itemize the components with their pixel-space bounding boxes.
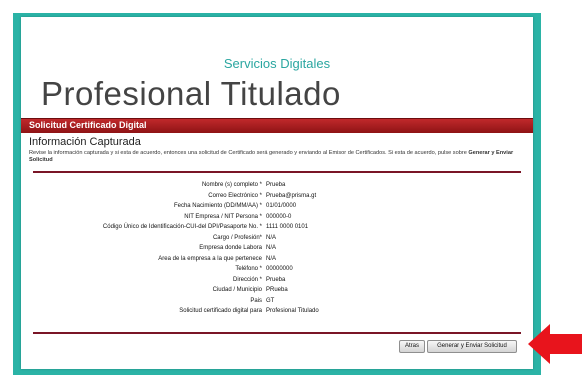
field-label: Fecha Nacimiento (DD/MM/AA) * xyxy=(173,203,262,209)
divider-bottom xyxy=(33,332,521,334)
field-row: Teléfono * xyxy=(21,266,262,275)
divider-top xyxy=(33,171,521,173)
field-label: Nombre (s) completo * xyxy=(201,182,262,188)
description-text: Revise la información capturada y si est… xyxy=(29,150,469,156)
field-value-wrap: Prueba xyxy=(266,277,506,286)
field-value: Prueba@prisma.gt xyxy=(266,192,317,199)
field-label: Empresa donde Labora xyxy=(199,245,262,251)
section-title: Información Capturada xyxy=(29,136,141,148)
field-value-wrap: PRueba xyxy=(266,287,506,296)
field-value: PRueba xyxy=(266,287,288,293)
field-row: Nombre (s) completo * xyxy=(21,182,262,191)
page-title: Profesional Titulado xyxy=(41,75,341,112)
red-arrow-icon xyxy=(528,324,582,364)
back-button[interactable]: Atras xyxy=(399,340,425,353)
generate-submit-button[interactable]: Generar y Enviar Solicitud xyxy=(427,340,517,353)
main-panel: Servicios Digitales Profesional Titulado… xyxy=(21,17,533,369)
field-label: Solicitud certificado digital para xyxy=(179,308,262,314)
field-row: Correo Electrónico * xyxy=(21,193,262,202)
field-row: Código Único de Identificación-CUI-del D… xyxy=(21,224,262,233)
field-label: Ciudad / Municipio xyxy=(212,287,262,293)
field-value: GT xyxy=(266,297,275,304)
field-value-wrap: 000000-0 xyxy=(266,214,506,223)
field-row: Pais xyxy=(21,298,262,307)
field-row: NIT Empresa / NIT Persona * xyxy=(21,214,262,223)
field-label: Cargo / Profesión* xyxy=(212,234,262,241)
field-value-wrap: N/A xyxy=(266,235,506,244)
field-value-wrap: 00000000 xyxy=(266,266,506,275)
field-value-wrap: Prueba xyxy=(266,182,506,191)
field-value: Profesional Titulado xyxy=(266,308,319,314)
page-subtitle: Servicios Digitales xyxy=(223,56,331,71)
field-value: Prueba xyxy=(266,182,286,188)
field-value: N/A xyxy=(266,255,277,262)
field-label: Código Único de Identificación-CUI-del D… xyxy=(102,224,262,230)
field-value-wrap: N/A xyxy=(266,245,506,254)
field-value: Prueba xyxy=(266,276,286,283)
field-value-wrap: Profesional Titulado xyxy=(266,308,506,317)
field-label: Area de la empresa a la que pertenece xyxy=(158,255,262,262)
field-value-wrap: N/A xyxy=(266,256,506,265)
section-description: Revise la información capturada y si est… xyxy=(29,150,525,164)
field-value-wrap: 1111 0000 0101 xyxy=(266,224,506,233)
field-row: Fecha Nacimiento (DD/MM/AA) * xyxy=(21,203,262,212)
field-value: 000000-0 xyxy=(266,213,292,220)
field-row: Area de la empresa a la que pertenece xyxy=(21,256,262,265)
field-row: Dirección * xyxy=(21,277,262,286)
field-label: Correo Electrónico * xyxy=(208,192,262,199)
field-row: Ciudad / Municipio xyxy=(21,287,262,296)
field-value: N/A xyxy=(266,234,277,241)
field-label: Pais xyxy=(250,297,262,304)
field-row: Solicitud certificado digital para xyxy=(21,308,262,317)
field-row: Cargo / Profesión* xyxy=(21,235,262,244)
section-header-label: Solicitud Certificado Digital xyxy=(29,120,147,130)
field-label: NIT Empresa / NIT Persona * xyxy=(184,213,262,220)
field-value: 01/01/0000 xyxy=(266,203,297,209)
field-value: N/A xyxy=(266,245,277,251)
field-value: 1111 0000 0101 xyxy=(266,224,309,230)
section-header-bar: Solicitud Certificado Digital xyxy=(21,118,533,133)
field-value: 00000000 xyxy=(266,266,293,272)
field-value-wrap: GT xyxy=(266,298,506,307)
field-value-wrap: Prueba@prisma.gt xyxy=(266,193,506,202)
field-value-wrap: 01/01/0000 xyxy=(266,203,506,212)
field-label: Teléfono * xyxy=(235,266,262,272)
field-row: Empresa donde Labora xyxy=(21,245,262,254)
field-label: Dirección * xyxy=(232,276,262,283)
